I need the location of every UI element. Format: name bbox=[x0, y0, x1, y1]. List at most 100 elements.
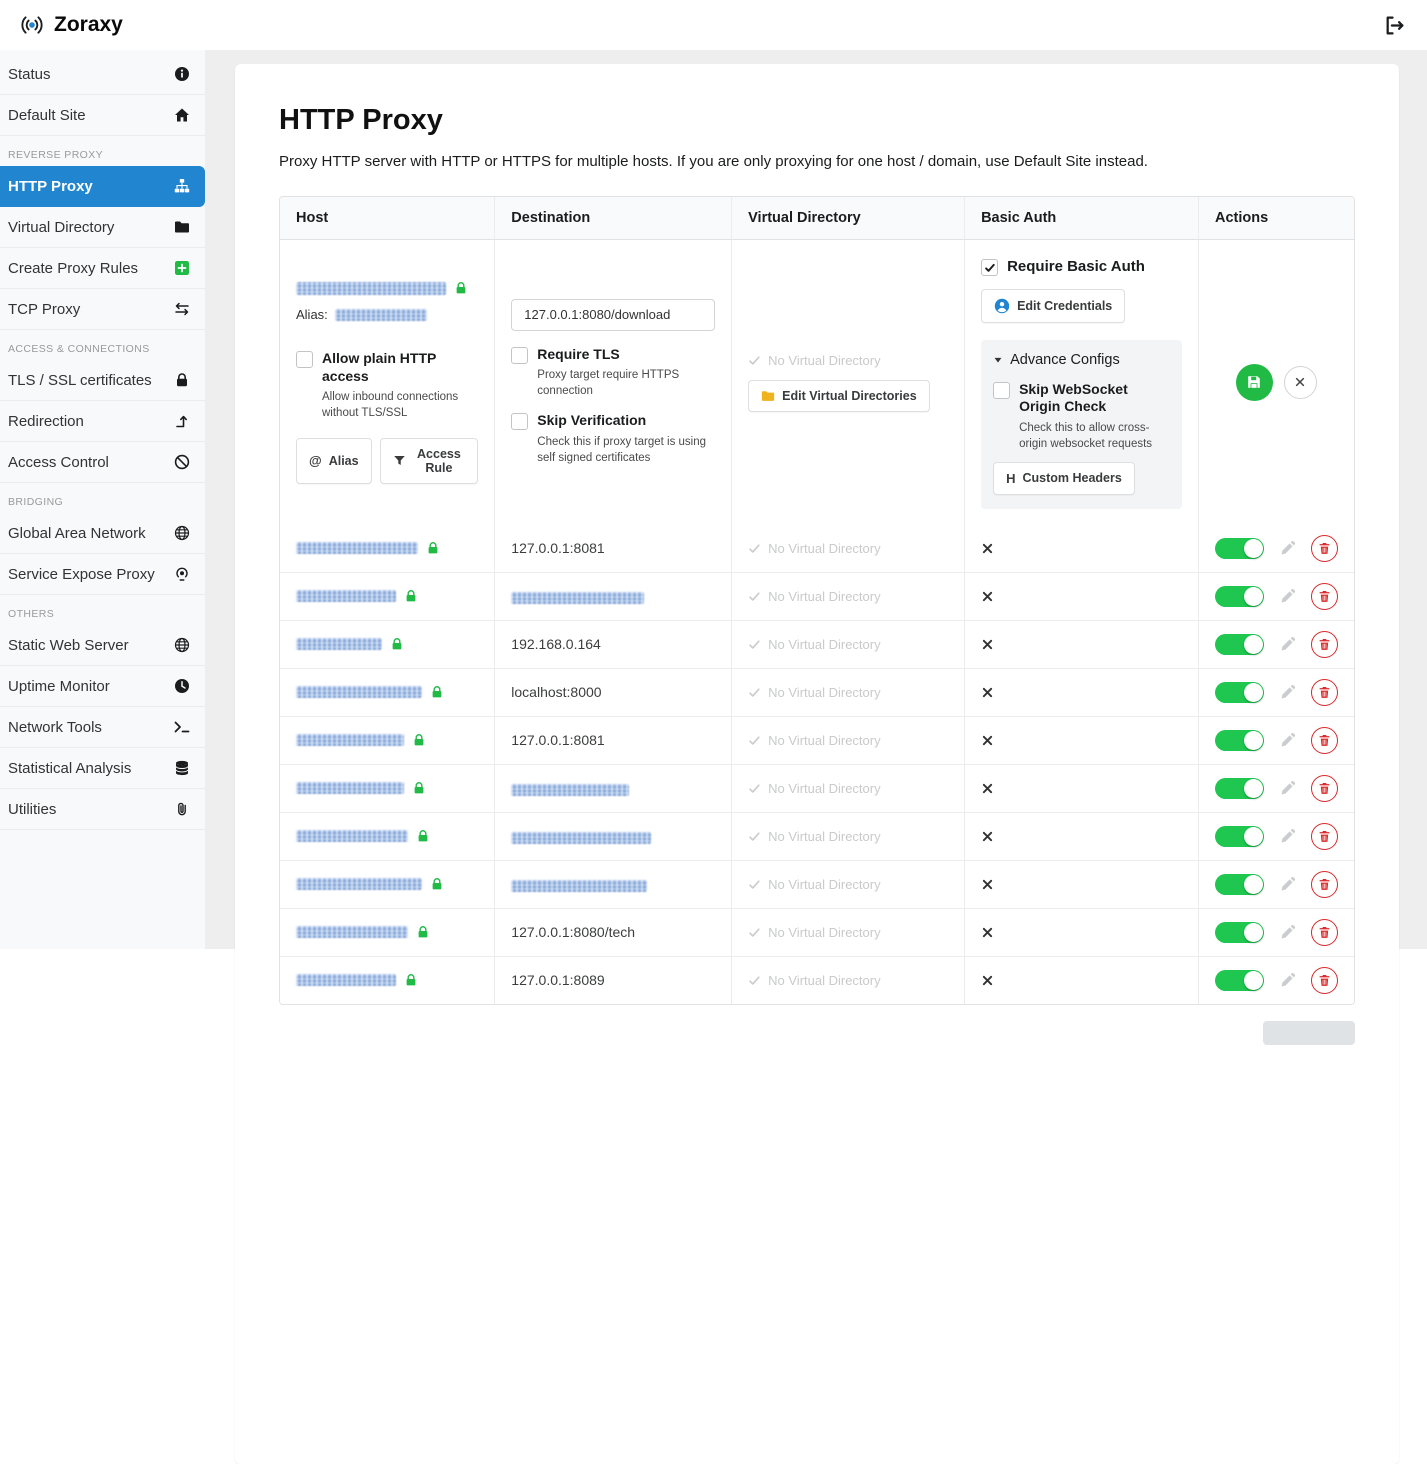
destination-input[interactable] bbox=[511, 299, 715, 331]
edit-icon[interactable] bbox=[1279, 684, 1296, 701]
allow-plain-http-checkbox[interactable] bbox=[296, 351, 313, 368]
no-virtual-directory-label: No Virtual Directory bbox=[768, 973, 880, 988]
sidebar-item-global-area-network[interactable]: Global Area Network bbox=[0, 513, 205, 554]
sidebar-item-access-control[interactable]: Access Control bbox=[0, 442, 205, 483]
sidebar-item-tcp-proxy[interactable]: TCP Proxy bbox=[0, 289, 205, 330]
sidebar-item-label: Global Area Network bbox=[8, 525, 146, 542]
edit-virtual-directories-button[interactable]: Edit Virtual Directories bbox=[748, 380, 930, 412]
sidebar-item-static-web-server[interactable]: Static Web Server bbox=[0, 625, 205, 666]
delete-button[interactable] bbox=[1311, 679, 1338, 706]
enable-toggle[interactable] bbox=[1215, 682, 1264, 703]
sidebar-item-label: Static Web Server bbox=[8, 637, 129, 654]
advance-configs-toggle[interactable]: Advance Configs bbox=[993, 352, 1170, 368]
host-link[interactable] bbox=[296, 733, 478, 747]
redacted-alias bbox=[335, 309, 427, 321]
x-icon bbox=[981, 878, 1182, 891]
save-button[interactable] bbox=[1236, 364, 1273, 401]
sidebar-item-redirection[interactable]: Redirection bbox=[0, 401, 205, 442]
folder-icon bbox=[761, 389, 775, 403]
host-link[interactable] bbox=[296, 829, 478, 843]
lock-icon bbox=[404, 589, 418, 603]
host-link[interactable] bbox=[296, 973, 478, 987]
require-basic-auth-checkbox[interactable] bbox=[981, 259, 998, 276]
logout-button[interactable] bbox=[1380, 11, 1409, 40]
sidebar-item-status[interactable]: Status bbox=[0, 54, 205, 95]
host-link[interactable] bbox=[296, 877, 478, 891]
brand-logo[interactable]: Zoraxy bbox=[18, 11, 123, 39]
host-link[interactable] bbox=[296, 541, 478, 555]
delete-button[interactable] bbox=[1311, 727, 1338, 754]
delete-button[interactable] bbox=[1311, 967, 1338, 994]
edit-icon[interactable] bbox=[1279, 732, 1296, 749]
lock-icon bbox=[430, 685, 444, 699]
edit-icon[interactable] bbox=[1279, 636, 1296, 653]
info-icon bbox=[174, 66, 190, 82]
delete-button[interactable] bbox=[1311, 823, 1338, 850]
edit-icon[interactable] bbox=[1279, 780, 1296, 797]
host-link[interactable] bbox=[296, 685, 478, 699]
proxy-rule-row: 127.0.0.1:8080/techNo Virtual Directory bbox=[280, 909, 1354, 957]
sidebar-item-label: Service Expose Proxy bbox=[8, 566, 155, 583]
enable-toggle[interactable] bbox=[1215, 730, 1264, 751]
proxy-rule-row: No Virtual Directory bbox=[280, 573, 1354, 621]
checkmark-icon bbox=[984, 262, 996, 274]
edit-icon[interactable] bbox=[1279, 876, 1296, 893]
check-icon bbox=[748, 734, 761, 747]
require-tls-checkbox[interactable] bbox=[511, 347, 528, 364]
sidebar-item-network-tools[interactable]: Network Tools bbox=[0, 707, 205, 748]
heading-icon: H bbox=[1006, 471, 1015, 486]
delete-button[interactable] bbox=[1311, 775, 1338, 802]
skip-websocket-origin-checkbox[interactable] bbox=[993, 382, 1010, 399]
edit-credentials-button[interactable]: Edit Credentials bbox=[981, 289, 1125, 323]
edit-icon[interactable] bbox=[1279, 924, 1296, 941]
enable-toggle[interactable] bbox=[1215, 634, 1264, 655]
sidebar-item-uptime-monitor[interactable]: Uptime Monitor bbox=[0, 666, 205, 707]
host-link[interactable] bbox=[296, 925, 478, 939]
enable-toggle[interactable] bbox=[1215, 586, 1264, 607]
check-icon bbox=[748, 354, 761, 367]
x-icon bbox=[981, 542, 1182, 555]
enable-toggle[interactable] bbox=[1215, 970, 1264, 991]
at-icon: @ bbox=[309, 453, 322, 468]
sidebar-item-utilities[interactable]: Utilities bbox=[0, 789, 205, 830]
sidebar-item-tls-ssl-certificates[interactable]: TLS / SSL certificates bbox=[0, 360, 205, 401]
x-icon bbox=[981, 686, 1182, 699]
enable-toggle[interactable] bbox=[1215, 874, 1264, 895]
enable-toggle[interactable] bbox=[1215, 922, 1264, 943]
cancel-button[interactable] bbox=[1284, 366, 1317, 399]
sidebar-item-statistical-analysis[interactable]: Statistical Analysis bbox=[0, 748, 205, 789]
edit-icon[interactable] bbox=[1279, 972, 1296, 989]
edit-icon[interactable] bbox=[1279, 588, 1296, 605]
host-link[interactable] bbox=[296, 781, 478, 795]
edit-icon[interactable] bbox=[1279, 540, 1296, 557]
delete-button[interactable] bbox=[1311, 631, 1338, 658]
delete-button[interactable] bbox=[1311, 919, 1338, 946]
sidebar-item-http-proxy[interactable]: HTTP Proxy bbox=[0, 166, 205, 207]
sidebar-item-service-expose-proxy[interactable]: Service Expose Proxy bbox=[0, 554, 205, 595]
access-rule-button[interactable]: Access Rule bbox=[380, 438, 479, 484]
proxy-rule-row: 127.0.0.1:8081No Virtual Directory bbox=[280, 525, 1354, 573]
no-virtual-directory-label: No Virtual Directory bbox=[768, 353, 880, 368]
custom-headers-button[interactable]: H Custom Headers bbox=[993, 462, 1135, 495]
skip-verification-checkbox[interactable] bbox=[511, 413, 528, 430]
alias-button[interactable]: @ Alias bbox=[296, 438, 372, 484]
partially-visible-button[interactable] bbox=[1263, 1021, 1355, 1045]
host-link[interactable] bbox=[296, 589, 478, 603]
redacted-destination bbox=[511, 880, 647, 892]
redacted-destination bbox=[511, 784, 629, 796]
trash-icon bbox=[1318, 734, 1331, 747]
enable-toggle[interactable] bbox=[1215, 826, 1264, 847]
paperclip-icon bbox=[174, 801, 190, 817]
enable-toggle[interactable] bbox=[1215, 538, 1264, 559]
sidebar-item-default-site[interactable]: Default Site bbox=[0, 95, 205, 136]
edit-icon[interactable] bbox=[1279, 828, 1296, 845]
host-link[interactable] bbox=[296, 637, 478, 651]
sidebar-item-create-proxy-rules[interactable]: Create Proxy Rules bbox=[0, 248, 205, 289]
proxy-rule-row: 192.168.0.164No Virtual Directory bbox=[280, 621, 1354, 669]
enable-toggle[interactable] bbox=[1215, 778, 1264, 799]
delete-button[interactable] bbox=[1311, 583, 1338, 610]
no-virtual-directory-label: No Virtual Directory bbox=[768, 589, 880, 604]
delete-button[interactable] bbox=[1311, 535, 1338, 562]
sidebar-item-virtual-directory[interactable]: Virtual Directory bbox=[0, 207, 205, 248]
delete-button[interactable] bbox=[1311, 871, 1338, 898]
